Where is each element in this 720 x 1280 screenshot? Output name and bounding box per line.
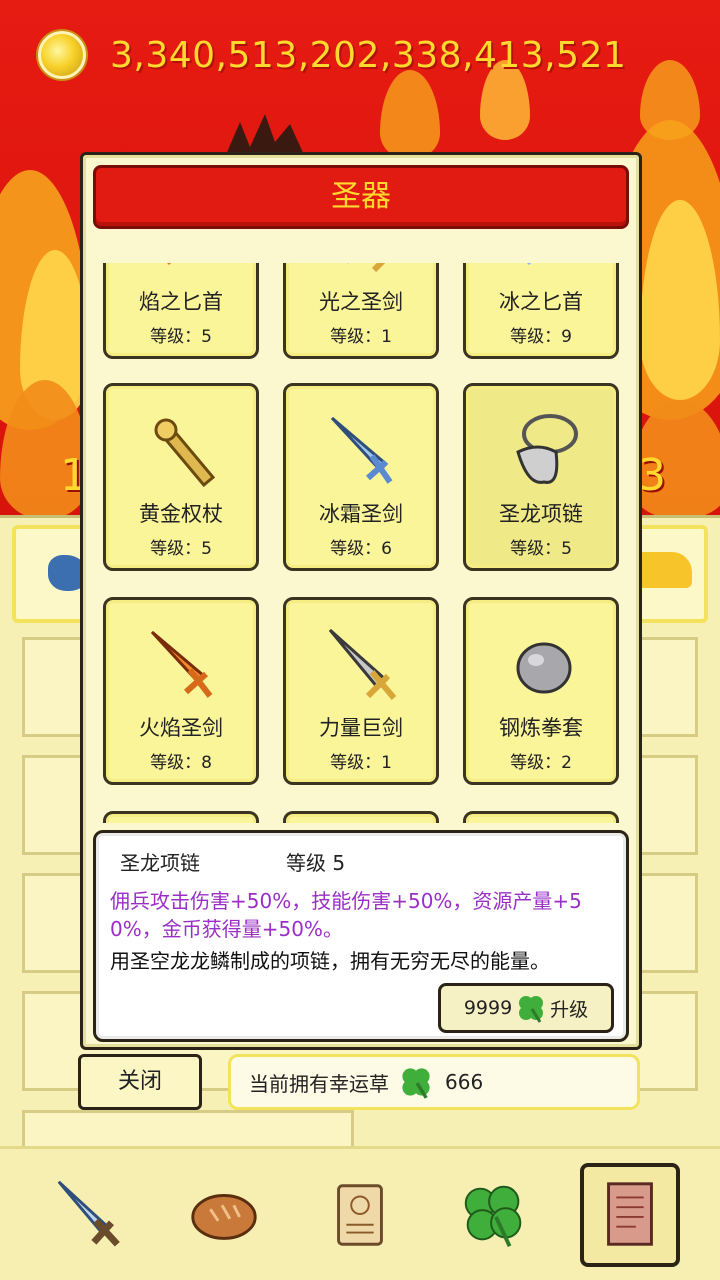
cheese-icon [636,552,692,588]
artifact-card[interactable]: 焰之匕首 等级：5 [103,263,259,359]
artifact-name: 冰霜圣剑 [319,502,403,526]
steel-gauntlet-icon [516,642,572,694]
artifact-card[interactable] [103,811,259,823]
dragon-necklace-icon [516,414,578,484]
artifact-dialog: 圣器 焰之匕首 等级：5 光之圣剑 等级：1 冰之匕首 等级：9 黄金权杖 等级… [80,152,642,1050]
upgrade-button[interactable]: 9999 升级 [438,983,614,1033]
dialog-title: 圣器 [93,165,629,229]
sword-icon [57,1180,120,1247]
detail-effect: 佣兵攻击伤害+50%，技能伤害+50%，资源产量+50%，金币获得量+50%。 [110,889,582,941]
flame-sword-icon [150,630,213,698]
bottom-nav [0,1146,720,1280]
artifact-card-selected[interactable]: 圣龙项链 等级：5 [463,383,619,571]
artifact-level: 等级：2 [510,753,572,773]
bread-icon [191,1194,257,1240]
clover-icon [464,1185,522,1248]
artifact-card[interactable]: 力量巨剑 等级：1 [283,597,439,785]
greatsword-icon [328,628,397,700]
artifact-name: 力量巨剑 [319,716,403,740]
artifact-level: 等级：9 [510,327,572,347]
golden-scepter-icon [154,418,216,488]
artifact-name: 火焰圣剑 [139,716,223,740]
artifact-name: 冰之匕首 [499,290,583,314]
artifact-level: 等级：5 [150,539,212,559]
right-stat-number: 3 [638,450,666,501]
artifact-level: 等级：1 [330,753,392,773]
artifact-card[interactable]: 钢炼拳套 等级：2 [463,597,619,785]
frost-sword-icon [330,416,393,484]
nav-clover[interactable] [444,1163,544,1267]
artifact-name: 黄金权杖 [139,502,223,526]
ice-dagger-icon [527,263,531,265]
clover-balance: 当前拥有幸运草 666 [228,1054,640,1110]
artifact-name: 光之圣剑 [319,290,403,314]
gold-amount: 3,340,513,202,338,413,521 [110,34,627,76]
flame-dagger-icon [167,263,171,265]
artifact-card[interactable]: 光之圣剑 等级：1 [283,263,439,359]
artifact-card[interactable]: 冰霜圣剑 等级：6 [283,383,439,571]
close-button[interactable]: 关闭 [78,1054,202,1110]
artifact-level: 等级：6 [330,539,392,559]
upgrade-cost: 9999 [463,997,513,1019]
artifact-card[interactable]: 火焰圣剑 等级：8 [103,597,259,785]
artifact-card[interactable] [283,811,439,823]
artifact-name: 圣龙项链 [499,502,583,526]
gold-coin-icon [38,31,86,79]
artifact-name: 焰之匕首 [139,290,223,314]
artifact-card[interactable] [463,811,619,823]
artifact-name: 钢炼拳套 [499,716,583,740]
artifact-card[interactable]: 黄金权杖 等级：5 [103,383,259,571]
nav-scroll[interactable] [310,1163,410,1267]
clover-icon [402,1068,430,1099]
nav-book[interactable] [580,1163,680,1267]
detail-name: 圣龙项链 [120,851,200,875]
artifact-level: 等级：1 [330,327,392,347]
scroll-icon [337,1184,383,1246]
artifact-level: 等级：5 [510,539,572,559]
upgrade-label: 升级 [550,998,589,1021]
nav-bread[interactable] [174,1163,274,1267]
detail-description: 用圣空龙龙鳞制成的项链，拥有无穷无尽的能量。 [110,949,550,973]
clover-balance-count: 666 [445,1070,484,1094]
artifact-grid[interactable]: 焰之匕首 等级：5 光之圣剑 等级：1 冰之匕首 等级：9 黄金权杖 等级：5 [93,263,629,823]
book-icon [607,1182,653,1246]
clover-balance-label: 当前拥有幸运草 [249,1071,389,1096]
artifact-level: 等级：5 [150,327,212,347]
detail-level: 等级 5 [286,851,346,875]
artifact-card[interactable]: 冰之匕首 等级：9 [463,263,619,359]
list-row [22,1110,354,1150]
clover-icon [519,996,544,1023]
light-sword-icon [347,263,386,273]
artifact-detail-panel: 圣龙项链 等级 5 佣兵攻击伤害+50%，技能伤害+50%，资源产量+50%，金… [93,830,629,1042]
artifact-level: 等级：8 [150,753,212,773]
nav-sword[interactable] [40,1163,140,1267]
gold-counter: 3,340,513,202,338,413,521 [38,30,626,80]
